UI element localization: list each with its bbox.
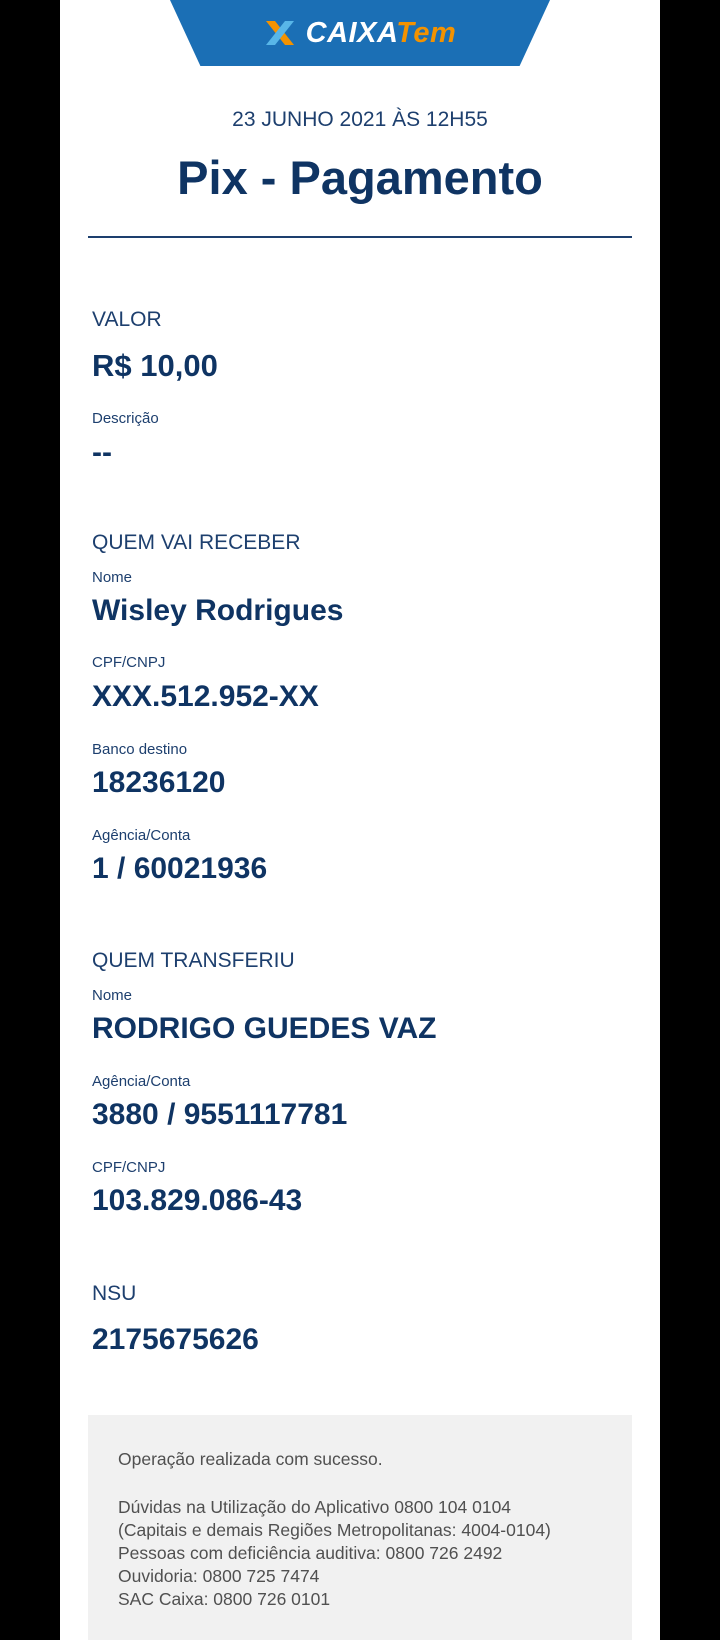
recebedor-cpf: XXX.512.952-XX bbox=[92, 680, 319, 713]
transaction-date: 23 JUNHO 2021 ÀS 12H55 bbox=[232, 108, 488, 131]
pagador-nome-label: Nome bbox=[92, 987, 133, 1004]
recebedor-heading: QUEM VAI RECEBER bbox=[92, 531, 301, 554]
nsu-heading: NSU bbox=[92, 1282, 137, 1305]
recebedor-nome: Wisley Rodrigues bbox=[92, 594, 344, 627]
pagador-cpf-label: CPF/CNPJ bbox=[92, 1159, 166, 1176]
banco-destino-label: Banco destino bbox=[92, 741, 188, 758]
pagador-heading: QUEM TRANSFERIU bbox=[92, 949, 295, 972]
footer-line: SAC Caixa: 0800 726 0101 bbox=[118, 1589, 331, 1609]
page-title: Pix - Pagamento bbox=[177, 151, 543, 204]
nsu-value: 2175675626 bbox=[92, 1323, 259, 1356]
receipt: CAIXATem 23 JUNHO 2021 ÀS 12H55 Pix - Pa… bbox=[60, 0, 660, 1640]
recebedor-conta: 1 / 60021936 bbox=[92, 852, 268, 885]
valor-heading: VALOR bbox=[92, 308, 162, 331]
info-footer: Operação realizada com sucesso. Dúvidas … bbox=[88, 1415, 632, 1640]
pagador-conta-label: Agência/Conta bbox=[92, 1073, 191, 1090]
footer-line: Ouvidoria: 0800 725 7474 bbox=[118, 1566, 320, 1586]
recebedor-conta-label: Agência/Conta bbox=[92, 827, 191, 844]
pagador-cpf: 103.829.086-43 bbox=[92, 1184, 303, 1217]
caixa-tem-logo: CAIXATem bbox=[170, 0, 550, 66]
footer-line: (Capitais e demais Regiões Metropolitana… bbox=[118, 1520, 551, 1540]
descricao-value: -- bbox=[92, 436, 112, 469]
descricao-label: Descrição bbox=[92, 410, 159, 427]
recebedor-nome-label: Nome bbox=[92, 569, 133, 586]
footer-line: Pessoas com deficiência auditiva: 0800 7… bbox=[118, 1543, 503, 1563]
pagador-nome: RODRIGO GUEDES VAZ bbox=[92, 1012, 437, 1045]
pagador-conta: 3880 / 9551117781 bbox=[92, 1098, 348, 1131]
footer-line: Dúvidas na Utilização do Aplicativo 0800… bbox=[118, 1497, 512, 1517]
header-divider bbox=[88, 236, 632, 238]
caixa-x-icon bbox=[265, 21, 294, 45]
status-message: Operação realizada com sucesso. bbox=[118, 1449, 383, 1469]
recebedor-cpf-label: CPF/CNPJ bbox=[92, 654, 166, 671]
valor-amount: R$ 10,00 bbox=[92, 348, 218, 383]
logo-wordmark: CAIXATem bbox=[305, 16, 457, 49]
banco-destino: 18236120 bbox=[92, 766, 226, 799]
